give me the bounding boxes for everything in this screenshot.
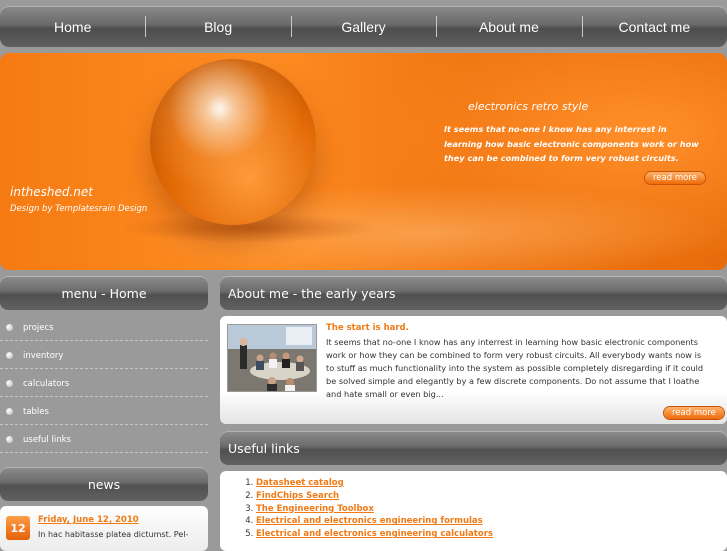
sidebar-item-label: inventory	[23, 351, 64, 361]
nav-gallery[interactable]: Gallery	[290, 6, 436, 47]
about-header: About me - the early years	[220, 276, 727, 310]
meeting-photo	[227, 324, 317, 392]
bullet-icon	[6, 380, 13, 387]
sidebar-item-tables[interactable]: tables	[0, 398, 208, 425]
nav-contact-me[interactable]: Contact me	[581, 6, 727, 47]
banner-read-more-button[interactable]: read more	[645, 172, 705, 184]
link-datasheet-catalog[interactable]: Datasheet catalog	[256, 478, 344, 488]
banner-title: electronics retro style	[468, 100, 589, 113]
sidebar-item-label: tables	[23, 407, 49, 417]
link-findchips-search[interactable]: FindChips Search	[256, 491, 339, 501]
bullet-icon	[6, 408, 13, 415]
site-name: intheshed.net	[10, 185, 93, 199]
about-post: The start is hard. It seems that no-one …	[220, 316, 727, 424]
orange-sphere-image	[150, 59, 316, 225]
link-engineering-formulas[interactable]: Electrical and electronics engineering f…	[256, 516, 483, 526]
news-header: news	[0, 467, 208, 501]
link-engineering-calculators[interactable]: Electrical and electronics engineering c…	[256, 529, 493, 539]
news-item: 12 Friday, June 12, 2010 In hac habitass…	[0, 506, 208, 551]
list-item: Electrical and electronics engineering f…	[256, 515, 493, 528]
sidebar-menu: projecs inventory calculators tables use…	[0, 314, 208, 454]
menu-header: menu - Home	[0, 276, 208, 310]
list-item: The Engineering Toolbox	[256, 503, 493, 516]
sidebar-item-label: calculators	[23, 379, 70, 389]
calendar-day-badge: 12	[6, 516, 30, 540]
news-text: In hac habitasse platea dictumst. Pel-	[38, 530, 189, 539]
useful-links-box: Datasheet catalog FindChips Search The E…	[220, 471, 727, 551]
nav-blog[interactable]: Blog	[145, 6, 290, 47]
bullet-icon	[6, 352, 13, 359]
link-engineering-toolbox[interactable]: The Engineering Toolbox	[256, 504, 374, 514]
design-credit: Design by Templatesrain Design	[10, 204, 148, 214]
meeting-photo-icon	[228, 325, 316, 391]
sidebar-item-label: projecs	[23, 323, 54, 333]
post-read-more-button[interactable]: read more	[664, 407, 724, 419]
sidebar-item-projecs[interactable]: projecs	[0, 314, 208, 341]
useful-links-header: Useful links	[220, 431, 727, 465]
bullet-icon	[6, 324, 13, 331]
sidebar-item-inventory[interactable]: inventory	[0, 342, 208, 369]
banner-text: It seems that no-one I know has any inte…	[444, 124, 699, 163]
top-nav: Home Blog Gallery About me Contact me	[0, 6, 727, 47]
list-item: Electrical and electronics engineering c…	[256, 528, 493, 541]
list-item: FindChips Search	[256, 490, 493, 503]
post-title: The start is hard.	[326, 323, 409, 333]
useful-links-list: Datasheet catalog FindChips Search The E…	[242, 477, 493, 541]
sidebar-item-calculators[interactable]: calculators	[0, 370, 208, 397]
list-item: Datasheet catalog	[256, 477, 493, 490]
sidebar-item-useful-links[interactable]: useful links	[0, 426, 208, 453]
bullet-icon	[6, 436, 13, 443]
news-date-link[interactable]: Friday, June 12, 2010	[38, 515, 139, 525]
nav-about-me[interactable]: About me	[436, 6, 581, 47]
nav-home[interactable]: Home	[0, 6, 145, 47]
header-banner: intheshed.net Design by Templatesrain De…	[0, 53, 727, 270]
post-text: It seems that no-one I know has any inte…	[326, 337, 704, 399]
sidebar-item-label: useful links	[23, 435, 71, 445]
